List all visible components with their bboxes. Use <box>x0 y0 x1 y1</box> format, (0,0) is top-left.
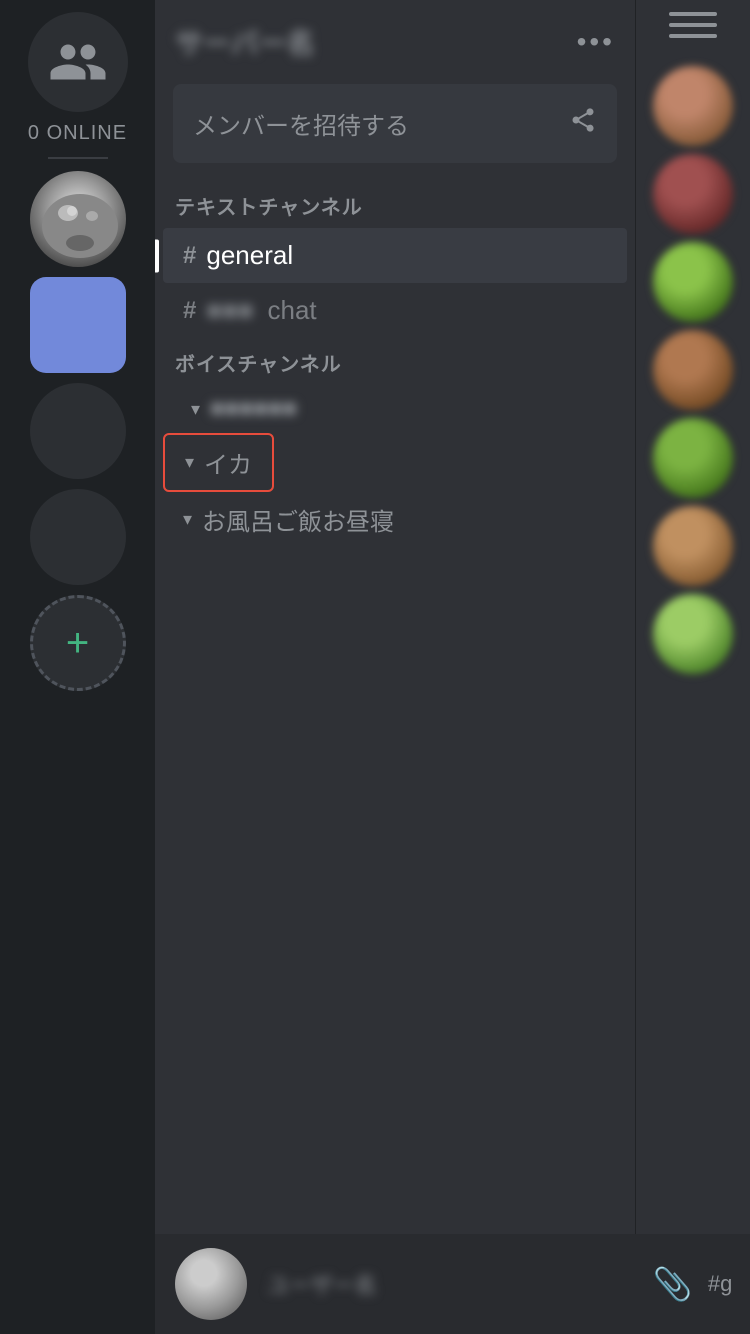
attachment-icon[interactable]: 📎 <box>653 1265 693 1303</box>
user-avatar <box>175 1248 247 1320</box>
member-avatar-4[interactable] <box>653 330 733 410</box>
username-label: ユーザー名 <box>267 1268 671 1300</box>
voice-channel-name-ofuro: お風呂ご飯お昼寝 <box>202 502 394 537</box>
channel-list: サーバー名 ••• メンバーを招待する テキストチャンネル # general … <box>155 0 635 1334</box>
voice-channel-item-1[interactable]: ▾ ■■■■■■ <box>163 385 627 433</box>
channel-hash-general: # <box>183 242 196 270</box>
menu-bar-3 <box>669 34 717 38</box>
text-channels-header: テキストチャンネル <box>155 181 635 228</box>
server-avatar-dark1[interactable] <box>30 383 126 479</box>
server-divider <box>48 157 108 159</box>
add-server-button[interactable]: + <box>30 595 126 691</box>
blob-svg <box>30 171 126 267</box>
member-avatar-5[interactable] <box>653 418 733 498</box>
voice-channel-item-ofuro[interactable]: ▾ お風呂ご飯お昼寝 <box>163 492 627 547</box>
channel-item-general[interactable]: # general <box>163 228 627 283</box>
voice-channel-name-ika: イカ <box>204 445 252 480</box>
blob-avatar-image <box>30 171 126 267</box>
member-avatar-3[interactable] <box>653 242 733 322</box>
hamburger-menu-button[interactable] <box>669 12 717 48</box>
member-avatar-2[interactable] <box>653 154 733 234</box>
server-name: サーバー名 <box>175 22 315 62</box>
channel-list-header: サーバー名 ••• <box>155 0 635 74</box>
chevron-down-icon-1: ▾ <box>191 399 200 420</box>
server-sidebar: 0 ONLINE + <box>0 0 155 1334</box>
menu-bar-1 <box>669 12 717 16</box>
member-avatar-6[interactable] <box>653 506 733 586</box>
chevron-down-icon-ika: ▾ <box>185 452 194 473</box>
channel-name-blurred: ■■■ <box>206 295 253 326</box>
header-dots-menu[interactable]: ••• <box>577 26 615 58</box>
voice-channel-item-ika[interactable]: ▾ イカ <box>163 433 274 492</box>
server-avatar-active[interactable] <box>30 277 126 373</box>
chevron-down-icon-ofuro: ▾ <box>183 509 192 530</box>
bottom-right-bar: 📎 #g <box>635 1234 750 1334</box>
channel-tag: #g <box>708 1271 732 1297</box>
member-avatar-1[interactable] <box>653 66 733 146</box>
menu-bar-2 <box>669 23 717 27</box>
invite-text: メンバーを招待する <box>193 106 409 141</box>
server-icon-dm[interactable] <box>28 12 128 112</box>
server-avatar-dark2[interactable] <box>30 489 126 585</box>
members-sidebar: 📎 #g <box>635 0 750 1334</box>
channel-name-chat: chat <box>267 295 316 326</box>
server-avatar-blob[interactable] <box>30 171 126 267</box>
channel-item-chat[interactable]: # ■■■ chat <box>163 283 627 338</box>
member-avatar-7[interactable] <box>653 594 733 674</box>
voice-channels-header: ボイスチャンネル <box>155 338 635 385</box>
channel-hash-chat: # <box>183 297 196 325</box>
online-count: 0 ONLINE <box>28 122 127 145</box>
share-icon[interactable] <box>569 106 597 141</box>
invite-box[interactable]: メンバーを招待する <box>173 84 617 163</box>
voice-channel-name-blurred: ■■■■■■ <box>210 395 297 423</box>
users-icon <box>48 32 108 92</box>
channel-name-general: general <box>206 240 293 271</box>
